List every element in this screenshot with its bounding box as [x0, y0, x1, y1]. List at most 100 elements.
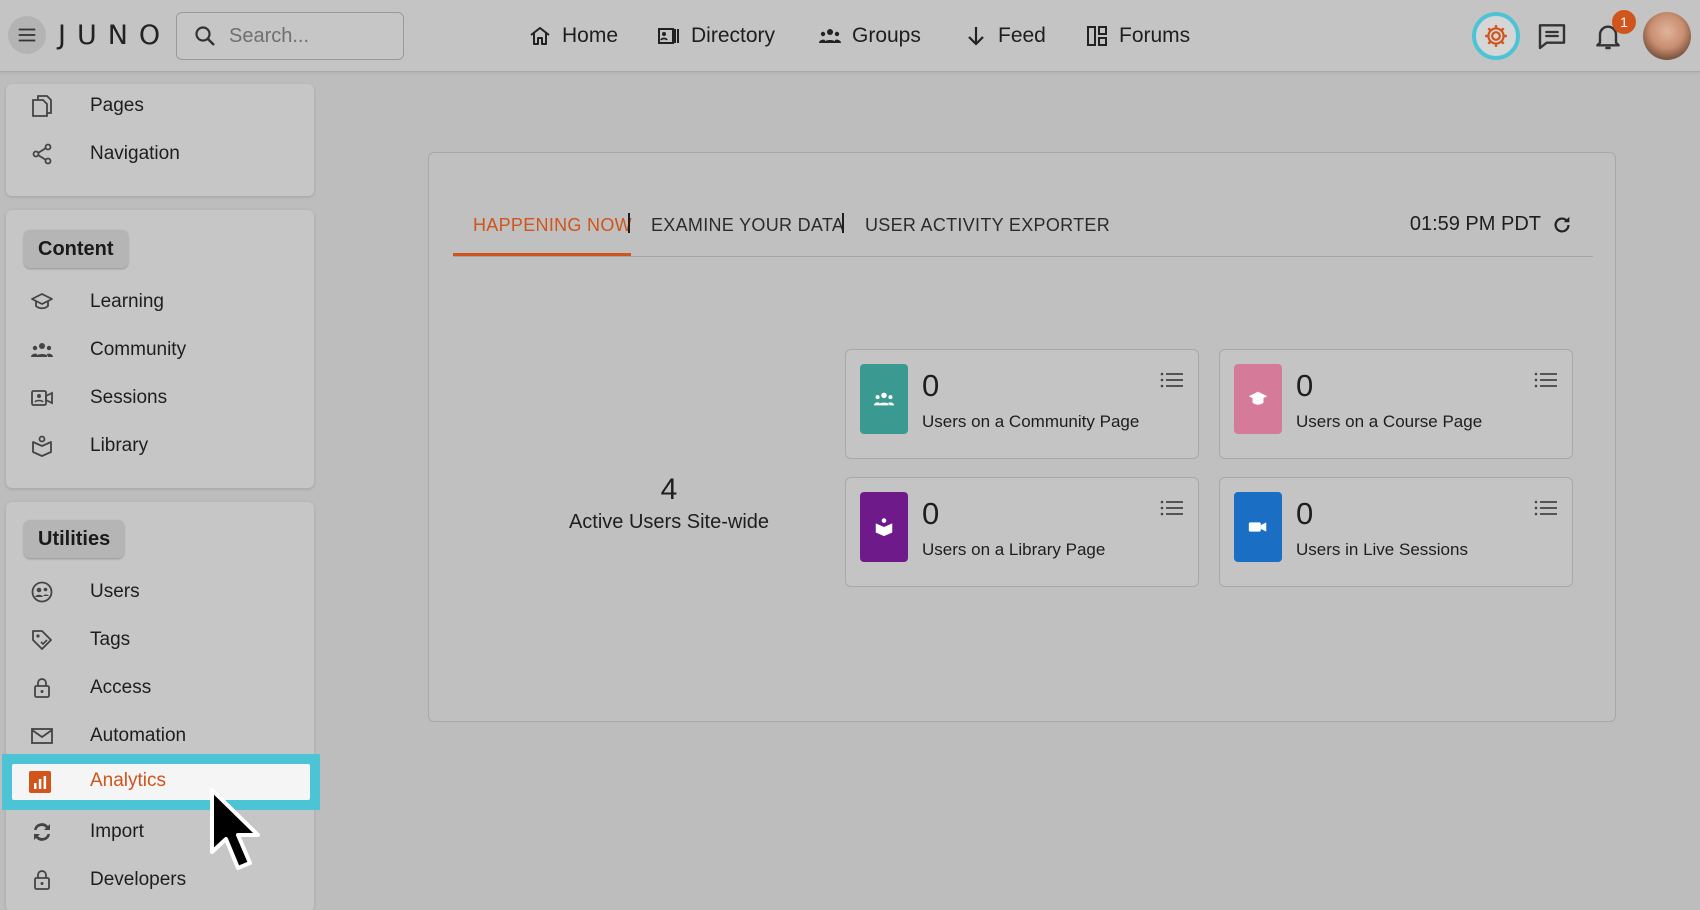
top-bar: JUNO Home Directory Groups Feed Forums 1	[0, 0, 1700, 72]
sidebar-item-access[interactable]: Access	[6, 666, 314, 710]
current-time: 01:59 PM PDT	[1410, 213, 1573, 236]
nav-forums-label: Forums	[1119, 24, 1191, 47]
mouse-cursor-icon	[210, 788, 260, 870]
nav-groups-label: Groups	[852, 24, 921, 47]
sidebar-item-community[interactable]: Community	[6, 328, 314, 372]
refresh-icon[interactable]	[1551, 214, 1573, 236]
sidebar-card-content: Content Learning Community Sessions Libr…	[6, 210, 314, 488]
stat-icon-box	[1234, 492, 1282, 562]
stat-card-live-sessions: 0 Users in Live Sessions	[1219, 477, 1573, 587]
section-title-utilities: Utilities	[24, 520, 125, 558]
hamburger-menu-button[interactable]	[8, 16, 46, 54]
stat-value: 0	[1296, 368, 1314, 403]
sidebar-card-top: Pages Navigation	[6, 84, 314, 196]
nav-groups[interactable]: Groups	[818, 0, 921, 72]
stat-icon-box	[1234, 364, 1282, 434]
tab-separator	[842, 213, 844, 233]
sidebar-item-label: Navigation	[90, 143, 180, 164]
stat-label: Users on a Library Page	[922, 540, 1106, 559]
lock-icon	[28, 674, 56, 702]
stat-card-course: 0 Users on a Course Page	[1219, 349, 1573, 459]
people-icon	[873, 392, 895, 406]
analytics-icon	[29, 771, 51, 793]
stat-card-community: 0 Users on a Community Page	[845, 349, 1199, 459]
tab-bar: HAPPENING NOW EXAMINE YOUR DATA USER ACT…	[453, 193, 1593, 257]
mail-icon	[28, 722, 56, 750]
sidebar-item-users[interactable]: Users	[6, 570, 314, 614]
section-title-content: Content	[24, 230, 128, 268]
stat-label: Users on a Community Page	[922, 412, 1140, 431]
sidebar-item-library[interactable]: Library	[6, 424, 314, 468]
nav-feed[interactable]: Feed	[964, 0, 1046, 72]
chat-icon[interactable]	[1536, 20, 1568, 52]
sidebar-item-label: Learning	[90, 291, 164, 312]
stat-value: 0	[922, 368, 940, 403]
list-icon[interactable]	[1534, 370, 1558, 390]
nav-forums[interactable]: Forums	[1085, 0, 1190, 72]
sidebar-item-navigation[interactable]: Navigation	[6, 132, 314, 176]
sidebar-item-label: Automation	[90, 725, 187, 746]
sidebar-item-label: Sessions	[90, 387, 168, 408]
sidebar-item-label: Tags	[90, 629, 131, 650]
tab-examine-your-data[interactable]: EXAMINE YOUR DATA	[651, 215, 844, 236]
analytics-panel: HAPPENING NOW EXAMINE YOUR DATA USER ACT…	[428, 152, 1616, 722]
stat-label: Users in Live Sessions	[1296, 540, 1468, 559]
tag-icon	[28, 626, 56, 654]
groups-icon	[819, 29, 841, 43]
stat-card-library: 0 Users on a Library Page	[845, 477, 1199, 587]
sidebar-item-label: Pages	[90, 95, 144, 116]
video-camera-icon	[1248, 522, 1267, 532]
stat-value: 0	[922, 496, 940, 531]
sidebar-item-label: Users	[90, 581, 140, 602]
forums-icon	[1087, 26, 1107, 46]
graduation-cap-icon	[1248, 391, 1268, 405]
gear-icon	[1485, 25, 1507, 47]
sidebar-item-label: Library	[90, 435, 149, 456]
nav-home[interactable]: Home	[528, 0, 618, 72]
directory-icon	[658, 28, 679, 44]
tab-user-activity-exporter[interactable]: USER ACTIVITY EXPORTER	[865, 215, 1110, 236]
book-icon	[28, 432, 56, 460]
stat-value: 0	[1296, 496, 1314, 531]
share-icon	[28, 140, 56, 168]
arrow-down-icon	[968, 27, 984, 46]
active-users-summary: 4 Active Users Site-wide	[539, 473, 799, 534]
search-icon	[195, 26, 215, 46]
sidebar-item-label: Import	[90, 821, 144, 842]
list-icon[interactable]	[1160, 370, 1184, 390]
sidebar-item-label: Developers	[90, 869, 187, 890]
sidebar-item-automation[interactable]: Automation	[6, 714, 314, 758]
sidebar-item-label: Access	[90, 677, 152, 698]
list-icon[interactable]	[1534, 498, 1558, 518]
sidebar-item-tags[interactable]: Tags	[6, 618, 314, 662]
active-users-label: Active Users Site-wide	[568, 511, 770, 533]
people-icon	[28, 336, 56, 364]
avatar[interactable]	[1643, 12, 1691, 60]
stat-label: Users on a Course Page	[1296, 412, 1483, 431]
nav-directory-label: Directory	[691, 24, 776, 47]
active-users-count: 4	[660, 473, 678, 506]
hamburger-icon	[18, 28, 36, 42]
home-icon	[530, 27, 550, 45]
search-box[interactable]	[176, 12, 404, 60]
tab-separator	[628, 213, 630, 233]
sync-icon	[28, 818, 56, 846]
list-icon[interactable]	[1160, 498, 1184, 518]
app-logo[interactable]: JUNO	[58, 20, 171, 51]
nav-home-label: Home	[562, 24, 619, 47]
nav-directory[interactable]: Directory	[657, 0, 775, 72]
sidebar-item-label: Analytics	[90, 770, 167, 791]
settings-button[interactable]	[1472, 12, 1520, 60]
stat-icon-box	[860, 492, 908, 562]
book-icon	[875, 518, 893, 537]
time-label: 01:59 PM PDT	[1409, 213, 1541, 235]
active-tab-underline	[453, 253, 631, 256]
tab-happening-now[interactable]: HAPPENING NOW	[473, 215, 632, 236]
search-input[interactable]	[229, 24, 379, 48]
sidebar-item-learning[interactable]: Learning	[6, 280, 314, 324]
nav-feed-label: Feed	[998, 24, 1046, 47]
lock-icon	[28, 866, 56, 894]
sidebar-item-pages[interactable]: Pages	[6, 84, 314, 128]
sidebar-item-sessions[interactable]: Sessions	[6, 376, 314, 420]
sidebar-item-label: Community	[90, 339, 187, 360]
